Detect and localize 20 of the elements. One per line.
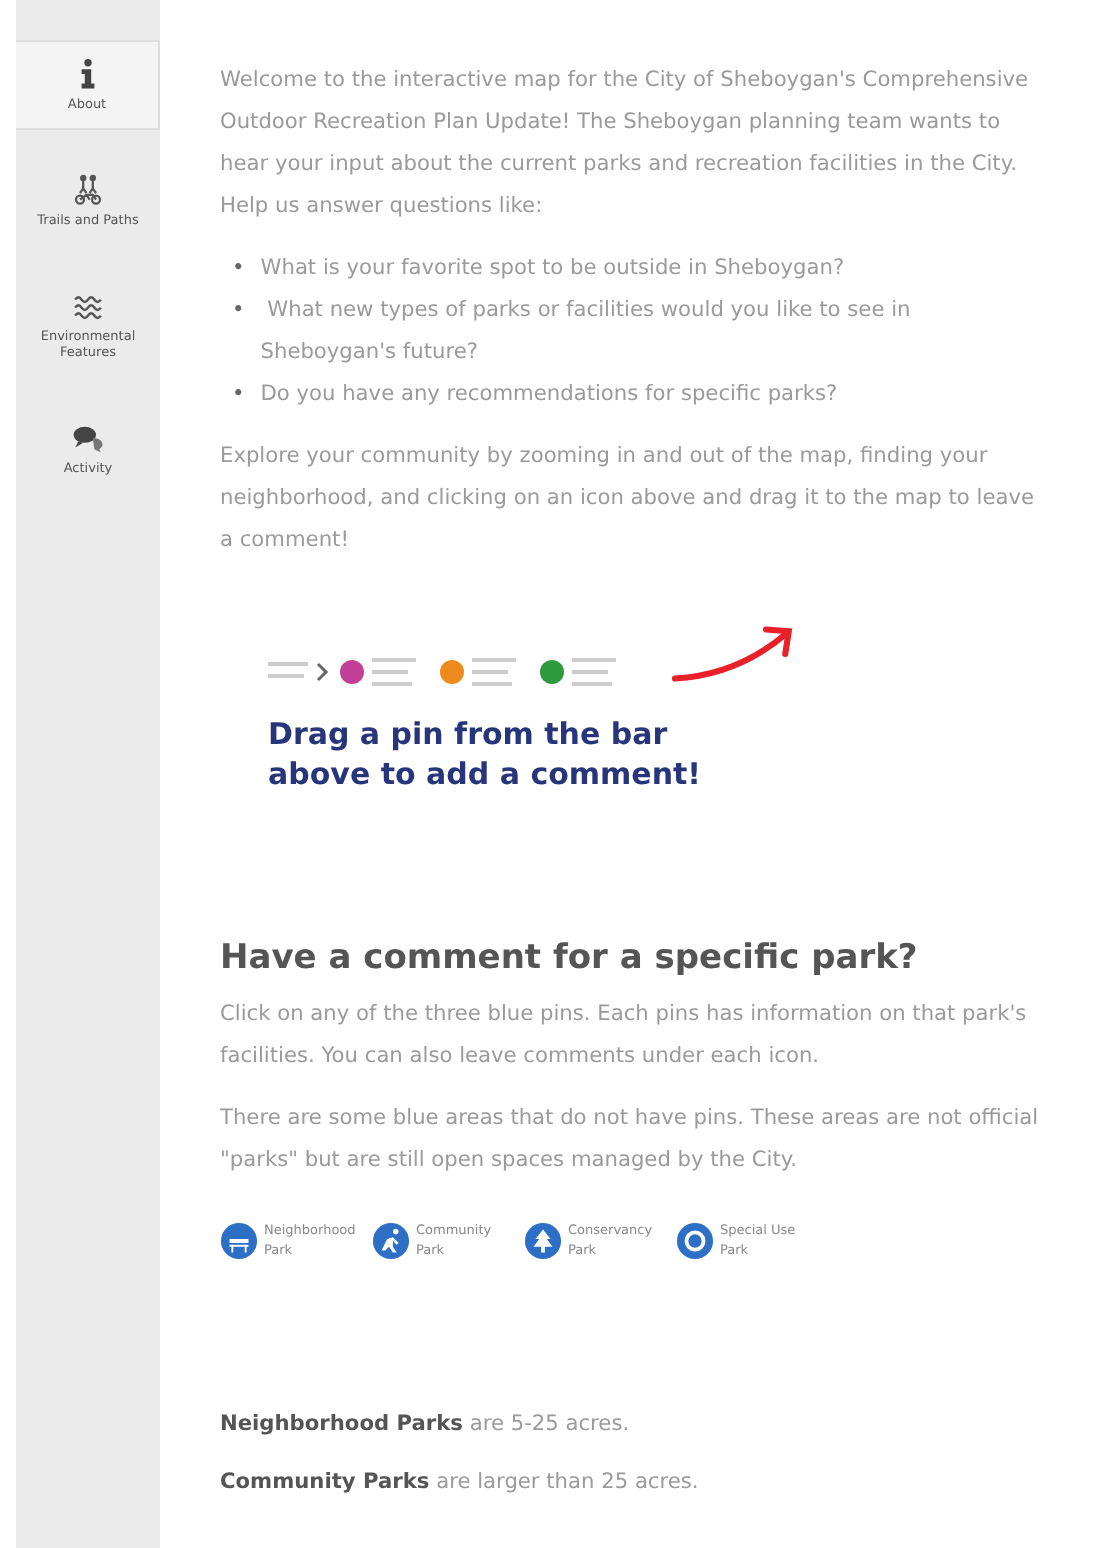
info-paragraph: There are some blue areas that do not have pins. These areas are not official "parks" but are still open spaces managed by the City.	[220, 1104, 1040, 1176]
ring-pin-icon[interactable]	[676, 1222, 714, 1260]
chat-icon	[72, 421, 104, 454]
bullet: •	[232, 380, 245, 410]
figure-pin-icon[interactable]	[372, 1222, 410, 1260]
question-item: What is your favorite spot to be outside in Sheboygan?	[260, 254, 845, 284]
info-paragraph: Click on any of the three blue pins. Each pins has information on that park's facilities. You can also leave comments under each icon.	[220, 1000, 1029, 1072]
tree-pin-icon[interactable]	[524, 1222, 562, 1260]
intro-paragraph: Welcome to the interactive map for the City of Sheboygan's Comprehensive Outdoor Recreation Plan Update! The Sheboygan planning team wants to hear your input about the current parks and recreation facilities in the City. Help us answer questions like:	[220, 66, 1031, 222]
definition-text: Community Parks are larger than 25 acres.	[220, 1468, 701, 1498]
drag-instruction: Drag a pin from the bar above to add a comment!	[268, 714, 704, 794]
bench-pin-icon[interactable]	[220, 1222, 258, 1260]
question-item: What new types of parks or facilities would you like to see in Sheboygan's future?	[260, 296, 913, 368]
question-item: Do you have any recommendations for specific parks?	[260, 380, 838, 410]
bullet: •	[232, 296, 245, 326]
bullet: •	[232, 254, 245, 284]
definition-text: Neighborhood Parks are 5-25 acres.	[220, 1410, 632, 1440]
hikers-bike-icon	[72, 174, 104, 207]
section-heading: Have a comment for a specific park?	[220, 938, 920, 978]
explore-paragraph: Explore your community by zooming in and out of the map, finding your neighborhood, and clicking on an icon above and drag it to the map to leave a comment!	[220, 442, 1036, 556]
